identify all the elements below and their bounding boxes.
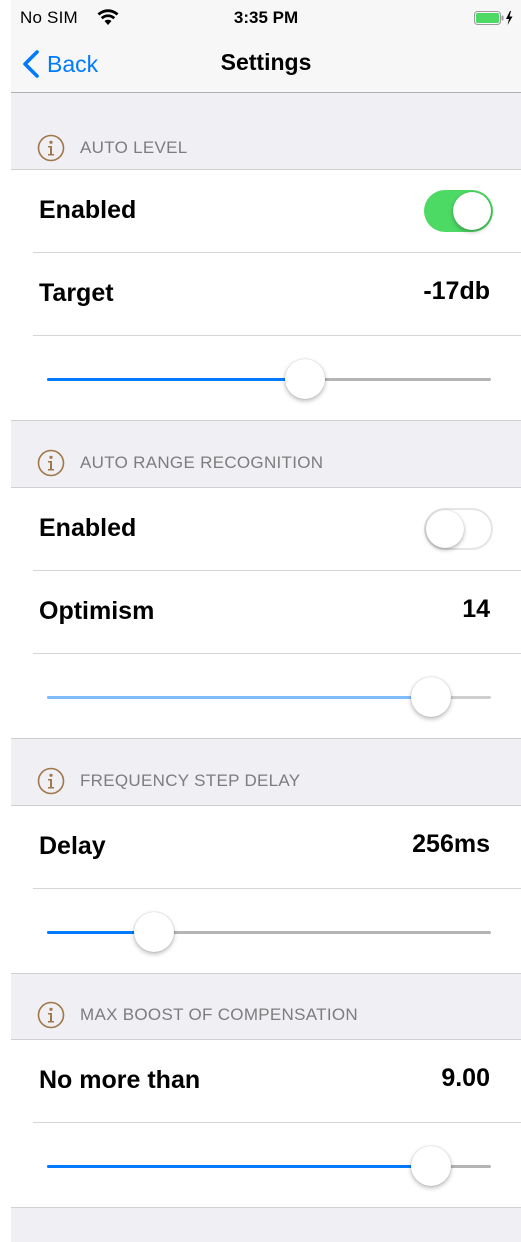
target-value: -17db	[423, 277, 490, 305]
optimism-row: Optimism 14	[11, 571, 521, 654]
section-title: AUTO LEVEL	[80, 138, 188, 157]
delay-row: Delay 256ms	[11, 806, 521, 889]
target-row: Target -17db	[11, 253, 521, 336]
navigation-bar: Back Settings	[11, 36, 521, 93]
enabled-label: Enabled	[39, 196, 137, 224]
settings-group-max-boost-of-compensation: No more than 9.00	[11, 1039, 521, 1208]
section-title: FREQUENCY STEP DELAY	[80, 771, 301, 790]
section-header-auto-level: AUTO LEVEL	[11, 126, 521, 170]
optimism-slider[interactable]	[47, 676, 491, 720]
target-label: Target	[39, 279, 114, 307]
info-icon[interactable]	[37, 767, 65, 795]
section-title: MAX BOOST OF COMPENSATION	[80, 1005, 358, 1024]
delay-value: 256ms	[412, 830, 490, 858]
settings-group-frequency-step-delay: Delay 256ms	[11, 805, 521, 974]
section-header-auto-range-recognition: AUTO RANGE RECOGNITION	[11, 441, 521, 485]
optimism-value: 14	[462, 595, 490, 623]
toggle-knob	[426, 510, 464, 548]
slider-thumb[interactable]	[411, 1146, 452, 1186]
settings-group-auto-range-recognition: Enabled Optimism 14	[11, 487, 521, 739]
info-icon[interactable]	[37, 134, 65, 162]
section-header-frequency-step-delay: FREQUENCY STEP DELAY	[11, 759, 521, 803]
optimism-label: Optimism	[39, 597, 155, 625]
max-boost-slider[interactable]	[47, 1145, 491, 1189]
slider-thumb[interactable]	[411, 677, 452, 717]
section-title: AUTO RANGE RECOGNITION	[80, 453, 324, 472]
slider-thumb[interactable]	[284, 359, 325, 399]
toggle-knob	[453, 192, 491, 230]
slider-thumb[interactable]	[133, 912, 174, 952]
delay-label: Delay	[39, 832, 106, 860]
target-slider[interactable]	[47, 358, 491, 402]
no-more-than-label: No more than	[39, 1066, 201, 1094]
status-time: 3:35 PM	[233, 8, 299, 27]
no-more-than-row: No more than 9.00	[11, 1040, 521, 1123]
auto-range-enabled-toggle[interactable]	[424, 508, 493, 550]
auto-level-enabled-toggle[interactable]	[424, 190, 493, 232]
info-icon[interactable]	[37, 1001, 65, 1029]
delay-slider[interactable]	[47, 911, 491, 955]
section-header-max-boost-of-compensation: MAX BOOST OF COMPENSATION	[11, 993, 521, 1037]
settings-screen: No SIM 3:35 PM Back Settings AUTO LEVEL …	[11, 0, 521, 1242]
slider-fill	[47, 696, 432, 699]
slider-fill	[47, 1165, 432, 1168]
settings-group-auto-level: Enabled Target -17db	[11, 169, 521, 421]
slider-fill	[47, 378, 305, 381]
enabled-label: Enabled	[39, 514, 137, 542]
no-more-than-value: 9.00	[441, 1064, 490, 1092]
enabled-row: Enabled	[11, 488, 521, 571]
status-bar: No SIM 3:35 PM	[11, 0, 521, 36]
page-title: Settings	[220, 49, 312, 75]
enabled-row: Enabled	[11, 170, 521, 253]
info-icon[interactable]	[37, 449, 65, 477]
battery-charging-icon	[474, 11, 513, 25]
